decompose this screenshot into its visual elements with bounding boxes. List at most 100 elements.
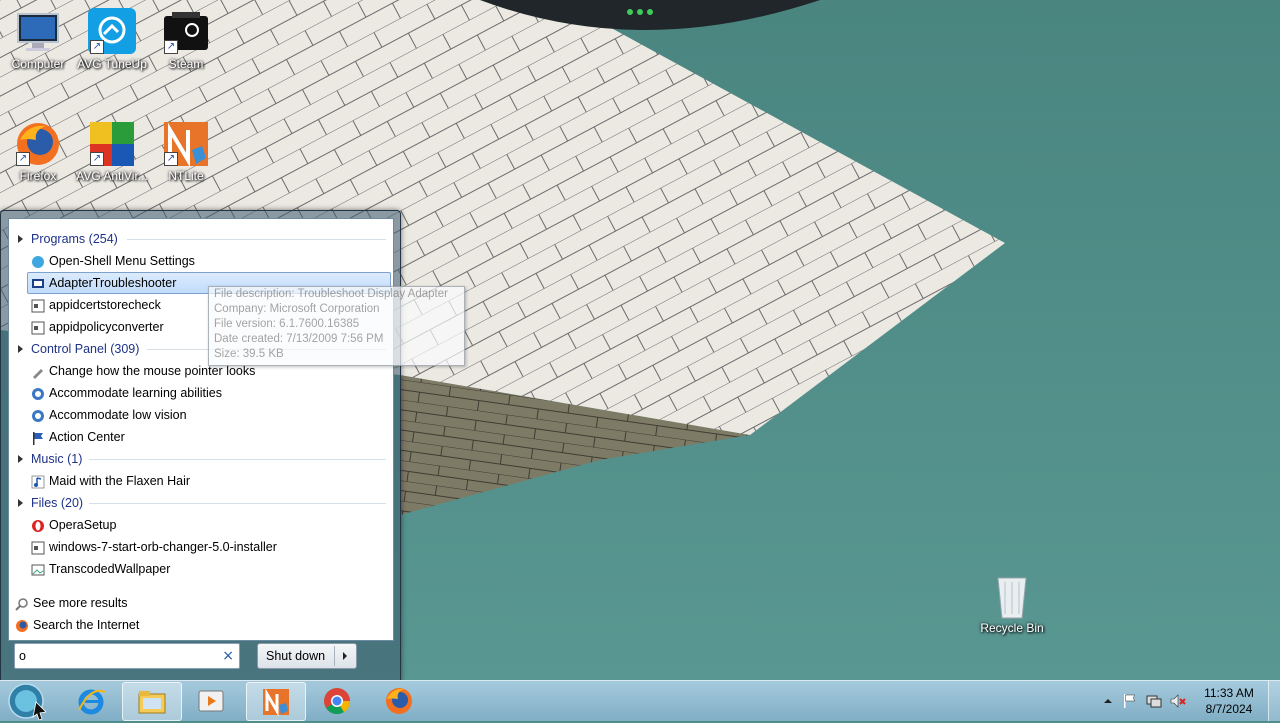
expand-arrow-icon <box>18 345 23 353</box>
result-action-center[interactable]: Action Center <box>9 426 392 448</box>
desktop-icon-avg-tuneup[interactable]: ↗ AVG TuneUp <box>74 8 150 71</box>
action-center-tray[interactable] <box>1122 693 1138 709</box>
taskbar-ntlite[interactable] <box>246 682 306 721</box>
category-music[interactable]: Music (1) <box>9 448 392 470</box>
result-label: OperaSetup <box>49 518 117 532</box>
tooltip-created: Date created: 7/13/2009 7:56 PM <box>214 333 384 345</box>
result-accommodate-learning[interactable]: Accommodate learning abilities <box>9 382 392 404</box>
display-adapter-icon <box>31 276 45 290</box>
result-operasetup[interactable]: OperaSetup <box>9 514 392 536</box>
category-label: Control Panel (309) <box>31 342 140 356</box>
tooltip-version: File version: 6.1.7600.16385 <box>214 318 360 330</box>
category-files[interactable]: Files (20) <box>9 492 392 514</box>
image-file-icon <box>31 562 45 576</box>
clock-date: 8/7/2024 <box>1205 702 1253 716</box>
desktop-icon-computer[interactable]: Computer <box>0 8 76 71</box>
show-desktop-button[interactable] <box>1268 681 1280 721</box>
result-music-file[interactable]: Maid with the Flaxen Hair <box>9 470 392 492</box>
start-menu: Programs (254) Open-Shell Menu Settings … <box>0 210 401 682</box>
link-label: Search the Internet <box>33 618 140 632</box>
desktop-icon-label: Computer <box>11 57 65 71</box>
music-file-icon <box>31 474 45 489</box>
shell-icon <box>31 254 45 268</box>
chevron-up-icon <box>1104 699 1112 703</box>
desktop-icon-label: AVG AntiVir... <box>76 169 148 183</box>
chrome-icon <box>324 688 351 715</box>
flag-icon <box>31 430 45 445</box>
clear-search-icon[interactable]: × <box>222 647 234 665</box>
divider <box>127 239 386 240</box>
result-open-shell-settings[interactable]: Open-Shell Menu Settings <box>9 250 392 272</box>
ntlite-icon <box>263 688 289 717</box>
shortcut-arrow-icon: ↗ <box>164 40 178 54</box>
volume-muted-icon <box>1170 694 1186 708</box>
show-hidden-icons[interactable] <box>1100 693 1116 709</box>
power-options-arrow-icon[interactable] <box>343 652 347 660</box>
shortcut-arrow-icon: ↗ <box>90 40 104 54</box>
internet-explorer-icon <box>78 689 106 715</box>
taskbar-firefox[interactable] <box>370 682 428 719</box>
desktop-icon-label: Recycle Bin <box>980 621 1044 635</box>
category-label: Programs (254) <box>31 232 118 246</box>
link-label: See more results <box>33 596 128 610</box>
divider <box>89 503 386 504</box>
expand-arrow-icon <box>18 235 23 243</box>
desktop-icon-recycle-bin[interactable]: Recycle Bin <box>974 572 1050 635</box>
category-label: Music (1) <box>31 452 83 466</box>
firefox-icon <box>15 618 29 632</box>
recycle-bin-icon <box>988 572 1036 620</box>
firefox-icon <box>386 688 412 714</box>
shortcut-arrow-icon: ↗ <box>16 152 30 166</box>
volume-tray[interactable] <box>1170 693 1186 709</box>
ease-of-access-icon <box>31 386 45 400</box>
desktop-icon-ntlite[interactable]: ↗ NTLite <box>148 120 224 183</box>
system-clock[interactable]: 11:33 AM 8/7/2024 <box>1196 685 1262 717</box>
result-label: Action Center <box>49 430 125 444</box>
avg-tuneup-icon: ↗ <box>88 8 136 56</box>
start-search-box[interactable]: × <box>14 643 240 669</box>
category-programs[interactable]: Programs (254) <box>9 228 392 250</box>
tooltip-description: File description: Troubleshoot Display A… <box>214 288 448 300</box>
taskbar-explorer[interactable] <box>122 682 182 721</box>
result-label: appidcertstorecheck <box>49 298 161 312</box>
folder-icon <box>138 691 166 714</box>
divider <box>334 646 335 666</box>
clock-time: 11:33 AM <box>1204 686 1254 700</box>
shortcut-arrow-icon: ↗ <box>90 152 104 166</box>
media-player-icon <box>198 690 224 712</box>
result-transcoded-wallpaper[interactable]: TranscodedWallpaper <box>9 558 392 580</box>
mouse-icon <box>31 364 45 379</box>
desktop-icon-steam[interactable]: ↗ Steam <box>148 8 224 71</box>
avg-antivirus-icon: ↗ <box>88 120 136 168</box>
file-info-tooltip: File description: Troubleshoot Display A… <box>208 286 465 366</box>
taskbar-chrome[interactable] <box>308 682 366 719</box>
app-icon <box>31 298 45 313</box>
result-label: Open-Shell Menu Settings <box>49 254 195 268</box>
desktop-icon-firefox[interactable]: ↗ Firefox <box>0 120 76 183</box>
ntlite-icon: ↗ <box>162 120 210 168</box>
taskbar: 11:33 AM 8/7/2024 <box>0 680 1280 721</box>
flag-icon <box>1124 694 1136 708</box>
result-label: Accommodate learning abilities <box>49 386 223 400</box>
firefox-icon: ↗ <box>14 120 62 168</box>
magnifier-icon <box>15 596 29 611</box>
result-accommodate-low-vision[interactable]: Accommodate low vision <box>9 404 392 426</box>
desktop-icon-label: Steam <box>168 57 204 71</box>
result-orb-changer[interactable]: windows-7-start-orb-changer-5.0-installe… <box>9 536 392 558</box>
ease-of-access-icon <box>31 408 45 422</box>
desktop-icon-label: NTLite <box>168 169 204 183</box>
category-label: Files (20) <box>31 496 84 510</box>
computer-icon <box>14 8 62 56</box>
search-input[interactable] <box>19 647 214 665</box>
desktop-icon-avg-antivirus[interactable]: ↗ AVG AntiVir... <box>74 120 150 183</box>
shut-down-button[interactable]: Shut down <box>257 643 357 669</box>
taskbar-media-player[interactable] <box>182 682 240 719</box>
start-orb-icon <box>8 683 47 721</box>
taskbar-internet-explorer[interactable] <box>62 682 120 719</box>
desktop-icon-label: Firefox <box>19 169 57 183</box>
network-tray[interactable] <box>1146 693 1162 709</box>
expand-arrow-icon <box>18 499 23 507</box>
steam-icon: ↗ <box>162 8 210 56</box>
tooltip-company: Company: Microsoft Corporation <box>214 303 380 315</box>
start-button[interactable] <box>6 682 47 721</box>
